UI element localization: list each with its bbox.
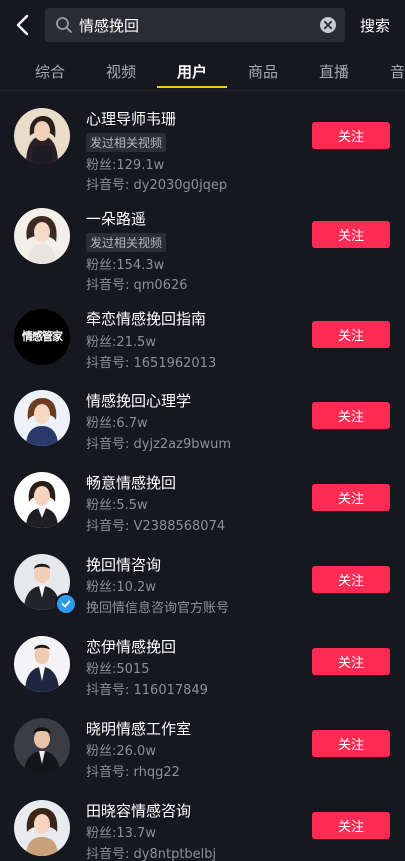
user-name[interactable]: 晓明情感工作室 (86, 718, 191, 739)
follow-button[interactable]: 关注 (312, 648, 390, 675)
fans-count: 粉丝:26.0w (86, 744, 156, 759)
user-name[interactable]: 畅意情感挽回 (86, 472, 176, 493)
active-tab-indicator (157, 86, 227, 88)
man-portrait-icon (14, 718, 70, 774)
user-name[interactable]: 牵恋情感挽回指南 (86, 308, 206, 329)
list-item[interactable]: 情感管家 牵恋情感挽回指南 粉丝:21.5w 抖音号: 1651962013 关… (0, 292, 405, 374)
list-item[interactable]: 畅意情感挽回 粉丝:5.5w 抖音号: V2388568074 关注 (0, 456, 405, 538)
fans-count: 粉丝:13.7w (86, 826, 156, 841)
account-description: 挽回情信息咨询官方账号 (86, 601, 230, 616)
tab-users[interactable]: 用户 (177, 61, 207, 82)
follow-button[interactable]: 关注 (312, 484, 390, 511)
avatar[interactable] (14, 800, 70, 856)
tab-products[interactable]: 商品 (248, 61, 278, 82)
list-item[interactable]: 田晓容情感咨询 粉丝:13.7w 抖音号: dy8ntptbelbj 关注 (0, 784, 405, 861)
fans-count: 粉丝:10.2w (86, 580, 156, 595)
list-item[interactable]: 晓明情感工作室 粉丝:26.0w 抖音号: rhqg22 关注 (0, 702, 405, 784)
brand-logo-icon: 情感管家 (22, 330, 63, 343)
woman-portrait-icon (14, 800, 70, 856)
list-item[interactable]: 心理导师韦珊 发过相关视频 粉丝:129.1w 抖音号: dy2030g0jqe… (0, 92, 405, 193)
follow-button[interactable]: 关注 (312, 122, 390, 149)
follow-button[interactable]: 关注 (312, 402, 390, 429)
search-box[interactable] (45, 8, 345, 42)
tab-live[interactable]: 直播 (319, 61, 349, 82)
avatar[interactable] (14, 718, 70, 774)
fans-count: 粉丝:5.5w (86, 498, 148, 513)
list-item[interactable]: 挽回情咨询 粉丝:10.2w 挽回情信息咨询官方账号 关注 (0, 538, 405, 620)
user-name[interactable]: 田晓容情感咨询 (86, 800, 191, 821)
douyin-id: 抖音号: dyjz2az9bwum (86, 437, 232, 452)
tab-bar: 综合 视频 用户 商品 直播 音 (0, 52, 405, 91)
woman-portrait-icon (14, 472, 70, 528)
related-videos-tag: 发过相关视频 (86, 133, 167, 152)
douyin-id: 抖音号: rhqg22 (86, 765, 180, 780)
tab-comprehensive[interactable]: 综合 (35, 61, 65, 82)
fans-count: 粉丝:154.3w (86, 258, 165, 273)
fans-count: 粉丝:5015 (86, 662, 150, 677)
fans-count: 粉丝:21.5w (86, 335, 156, 350)
follow-button[interactable]: 关注 (312, 221, 390, 248)
follow-button[interactable]: 关注 (312, 730, 390, 757)
list-item[interactable]: 情感挽回心理学 粉丝:6.7w 抖音号: dyjz2az9bwum 关注 (0, 374, 405, 456)
woman-portrait-icon (14, 108, 70, 164)
douyin-id: 抖音号: dy2030g0jqep (86, 178, 228, 193)
avatar[interactable] (14, 208, 70, 264)
follow-button[interactable]: 关注 (312, 566, 390, 593)
user-name[interactable]: 心理导师韦珊 (86, 108, 176, 129)
douyin-id: 抖音号: dy8ntptbelbj (86, 847, 217, 861)
fans-count: 粉丝:6.7w (86, 416, 148, 431)
follow-button[interactable]: 关注 (312, 812, 390, 839)
list-item[interactable]: 一朵路遥 发过相关视频 粉丝:154.3w 抖音号: qm0626 关注 (0, 192, 405, 293)
user-name[interactable]: 挽回情咨询 (86, 554, 161, 575)
tab-music[interactable]: 音 (390, 61, 405, 82)
avatar[interactable]: 情感管家 (14, 309, 70, 365)
list-item[interactable]: 恋伊情感挽回 粉丝:5015 抖音号: 116017849 关注 (0, 620, 405, 702)
search-input[interactable] (79, 8, 311, 42)
app-screen: 搜索 综合 视频 用户 商品 直播 音 心理导师韦珊 发过相关视频 粉 (0, 0, 405, 861)
avatar[interactable] (14, 108, 70, 164)
douyin-id: 抖音号: 1651962013 (86, 356, 217, 371)
follow-button[interactable]: 关注 (312, 321, 390, 348)
verified-badge-icon (55, 593, 77, 615)
douyin-id: 抖音号: V2388568074 (86, 519, 226, 534)
user-name[interactable]: 一朵路遥 (86, 208, 146, 229)
chevron-left-icon (16, 14, 29, 36)
avatar[interactable] (14, 472, 70, 528)
man-portrait-icon (14, 636, 70, 692)
tab-videos[interactable]: 视频 (106, 61, 136, 82)
woman-portrait-icon (14, 208, 70, 264)
back-button[interactable] (8, 10, 36, 40)
user-name[interactable]: 情感挽回心理学 (86, 390, 191, 411)
user-name[interactable]: 恋伊情感挽回 (86, 636, 176, 657)
avatar[interactable] (14, 390, 70, 446)
search-button[interactable]: 搜索 (360, 15, 390, 36)
avatar[interactable] (14, 636, 70, 692)
fans-count: 粉丝:129.1w (86, 158, 165, 173)
douyin-id: 抖音号: 116017849 (86, 683, 208, 698)
search-icon (56, 17, 72, 33)
search-header: 搜索 (0, 0, 405, 52)
clear-icon[interactable] (319, 16, 337, 34)
woman-portrait-icon (14, 390, 70, 446)
related-videos-tag: 发过相关视频 (86, 233, 167, 252)
douyin-id: 抖音号: qm0626 (86, 278, 188, 293)
